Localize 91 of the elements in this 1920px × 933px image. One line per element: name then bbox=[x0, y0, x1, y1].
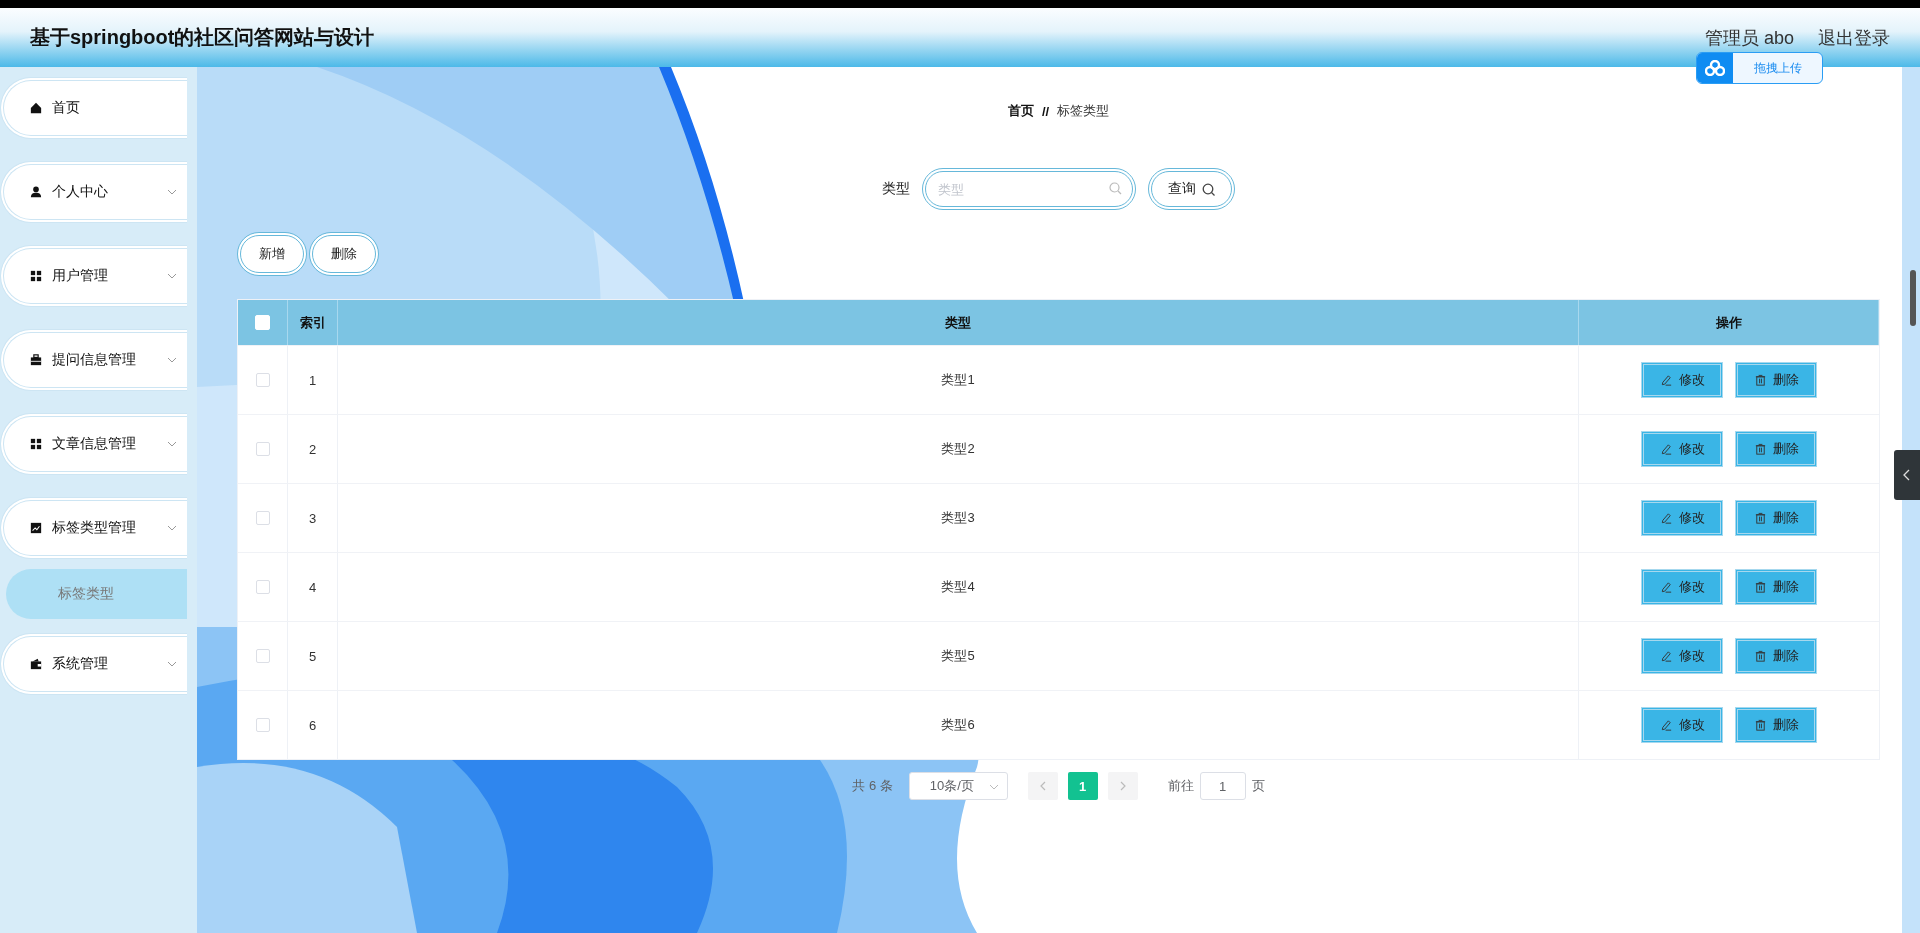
breadcrumb-separator: // bbox=[1041, 103, 1050, 119]
search-label: 类型 bbox=[882, 180, 910, 198]
chevron-down-icon bbox=[167, 272, 177, 280]
search-icon bbox=[1202, 182, 1215, 196]
column-header: 操作 bbox=[1715, 313, 1742, 332]
user-label: 管理员 abo bbox=[1704, 26, 1794, 50]
upload-label: 拖拽上传 bbox=[1752, 59, 1803, 77]
delete-button[interactable]: 删除 bbox=[1735, 431, 1817, 467]
edit-button[interactable]: 修改 bbox=[1641, 638, 1723, 674]
next-page-button[interactable] bbox=[1107, 772, 1138, 800]
chevron-down-icon bbox=[167, 356, 177, 364]
trash-icon bbox=[1753, 511, 1767, 525]
sidebar-item[interactable]: 文章信息管理 bbox=[0, 413, 187, 475]
table-cell: 4 bbox=[308, 579, 317, 595]
briefcase-icon bbox=[30, 354, 42, 366]
breadcrumb-item: 标签类型 bbox=[1057, 102, 1110, 120]
page-suffix: 页 bbox=[1251, 777, 1265, 795]
table-cell: 5 bbox=[308, 648, 317, 664]
total-count: 共 6 条 bbox=[852, 777, 893, 795]
search-icon bbox=[1109, 182, 1122, 195]
checkbox[interactable] bbox=[255, 442, 270, 456]
chart-icon bbox=[30, 522, 42, 534]
sidebar-item[interactable]: 标签类型管理 bbox=[0, 497, 187, 559]
table-cell: 2 bbox=[308, 441, 317, 457]
delete-button[interactable]: 删除 bbox=[1735, 638, 1817, 674]
pencil-icon bbox=[1659, 511, 1673, 525]
table-cell: 1 bbox=[308, 372, 317, 388]
chevron-left-icon bbox=[1039, 781, 1046, 791]
pencil-icon bbox=[1659, 580, 1673, 594]
page-input[interactable]: 1 bbox=[1199, 772, 1246, 800]
side-toggle-tab[interactable] bbox=[1894, 450, 1920, 500]
delete-button[interactable]: 删除 bbox=[1735, 707, 1817, 743]
table-cell: 类型5 bbox=[941, 647, 975, 665]
edit-button[interactable]: 修改 bbox=[1641, 362, 1723, 398]
delete-button[interactable]: 删除 bbox=[1735, 500, 1817, 536]
delete-button[interactable]: 删除 bbox=[1735, 569, 1817, 605]
page-size-select[interactable]: 10条/页 bbox=[908, 772, 1008, 800]
edit-button[interactable]: 修改 bbox=[1641, 707, 1723, 743]
home-icon bbox=[30, 102, 42, 114]
pencil-icon bbox=[1659, 718, 1673, 732]
table-cell: 类型4 bbox=[941, 578, 975, 596]
trash-icon bbox=[1753, 442, 1767, 456]
sidebar-item[interactable]: 系统管理 bbox=[0, 633, 187, 695]
pencil-icon bbox=[1659, 373, 1673, 387]
pencil-icon bbox=[1659, 649, 1673, 663]
trash-icon bbox=[1753, 718, 1767, 732]
sidebar-item[interactable]: 用户管理 bbox=[0, 245, 187, 307]
table-cell: 3 bbox=[308, 510, 317, 526]
chevron-down-icon bbox=[167, 440, 177, 448]
search-field[interactable]: 类型 bbox=[922, 168, 1136, 210]
chevron-down-icon bbox=[167, 524, 177, 532]
goto-label: 前往 bbox=[1167, 777, 1194, 795]
grid-icon bbox=[30, 270, 42, 282]
column-header: 索引 bbox=[299, 313, 326, 332]
checkbox[interactable] bbox=[255, 649, 270, 663]
breadcrumb-item[interactable]: 首页 bbox=[1007, 102, 1034, 120]
chevron-down-icon bbox=[167, 660, 177, 668]
table-cell: 类型6 bbox=[941, 716, 975, 734]
scrollbar-thumb[interactable] bbox=[1910, 270, 1916, 326]
chevron-right-icon bbox=[1119, 781, 1126, 791]
checkbox[interactable] bbox=[255, 511, 270, 525]
trash-icon bbox=[1753, 580, 1767, 594]
column-header: 类型 bbox=[945, 313, 971, 332]
user-icon bbox=[30, 186, 42, 198]
table-cell: 6 bbox=[308, 717, 317, 733]
trash-icon bbox=[1753, 373, 1767, 387]
delete-button[interactable]: 删除 bbox=[1735, 362, 1817, 398]
site-title: 基于springboot的社区问答网站与设计 bbox=[30, 25, 375, 50]
logout-link[interactable]: 退出登录 bbox=[1818, 25, 1890, 50]
checkbox[interactable] bbox=[255, 580, 270, 594]
chevron-left-icon bbox=[1903, 469, 1911, 481]
chevron-down-icon bbox=[988, 784, 999, 790]
edit-button[interactable]: 修改 bbox=[1641, 569, 1723, 605]
sidebar-item[interactable]: 个人中心 bbox=[0, 161, 187, 223]
checkbox[interactable] bbox=[255, 373, 270, 387]
table-cell: 类型3 bbox=[941, 509, 975, 527]
previous-page-button[interactable] bbox=[1027, 772, 1058, 800]
search-button[interactable]: 查询 bbox=[1148, 168, 1235, 210]
sidebar-item[interactable]: 提问信息管理 bbox=[0, 329, 187, 391]
wallet-icon bbox=[30, 658, 42, 670]
sidebar-item[interactable]: 首页 bbox=[0, 77, 187, 139]
chevron-down-icon bbox=[167, 188, 177, 196]
table-cell: 类型2 bbox=[941, 440, 975, 458]
pencil-icon bbox=[1659, 442, 1673, 456]
cloud-icon bbox=[1705, 60, 1725, 76]
trash-icon bbox=[1753, 649, 1767, 663]
grid-icon bbox=[30, 438, 42, 450]
table-cell: 类型1 bbox=[941, 371, 975, 389]
edit-button[interactable]: 修改 bbox=[1641, 431, 1723, 467]
edit-button[interactable]: 修改 bbox=[1641, 500, 1723, 536]
checkbox[interactable] bbox=[255, 718, 270, 732]
